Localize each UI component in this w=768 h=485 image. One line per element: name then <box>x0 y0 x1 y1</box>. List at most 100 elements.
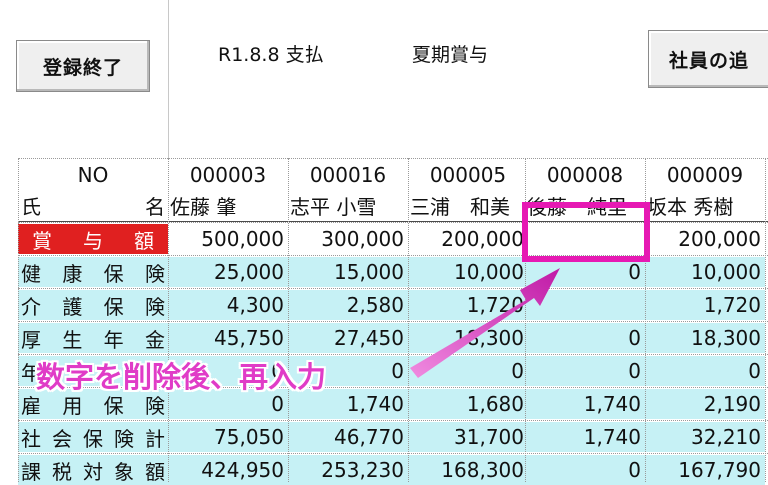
value-cell[interactable]: 253,230 <box>288 455 408 485</box>
value-cell[interactable]: 300,000 <box>288 224 408 254</box>
row-label: 賞与額 <box>18 224 168 254</box>
value-cell[interactable]: 18,300 <box>645 323 765 353</box>
value-cell[interactable]: 32,210 <box>645 422 765 452</box>
row-label-char: 額 <box>145 459 165 484</box>
header-divider <box>18 221 768 222</box>
row-divider <box>18 222 768 223</box>
row-label: 健康保険 <box>18 257 168 287</box>
row-label-char: 生 <box>62 327 83 352</box>
row-label-char: 康 <box>62 261 83 286</box>
row-label-char: 税 <box>52 459 72 484</box>
row-label-char: 象 <box>114 459 134 484</box>
value-cell[interactable]: 10,000 <box>645 257 765 287</box>
value-cell[interactable]: 0 <box>525 323 645 353</box>
value-cell[interactable]: 10,000 <box>408 257 528 287</box>
row-label-char: 保 <box>103 261 124 286</box>
column-divider <box>168 158 169 482</box>
row-label-char: 険 <box>144 294 165 319</box>
bonus-table: NO 000003 000016 000005 000008 000009 氏名佐藤 肇志平… <box>0 158 768 485</box>
row-label-char: 険 <box>144 261 165 286</box>
employee-name-cell[interactable]: 三浦 和美 <box>408 190 528 220</box>
value-cell[interactable]: 46,770 <box>288 422 408 452</box>
toolbar-area: 登録終了 R1.8.8 支払 夏期賞与 社員の追 <box>0 0 768 158</box>
row-label-char: 金 <box>144 327 165 352</box>
value-cell[interactable]: 2,580 <box>288 290 408 320</box>
value-cell[interactable]: 200,000 <box>645 224 765 254</box>
value-cell[interactable]: 500,000 <box>168 224 288 254</box>
row-label-char: 保 <box>103 294 124 319</box>
column-divider <box>408 158 409 482</box>
value-cell[interactable]: 0 <box>525 455 645 485</box>
column-divider <box>288 158 289 482</box>
row-divider <box>18 453 768 454</box>
employee-no-cell[interactable]: 000005 <box>408 160 528 190</box>
value-cell[interactable]: 1,740 <box>525 389 645 419</box>
row-label-char: 課 <box>21 459 41 484</box>
value-cell[interactable]: 200,000 <box>408 224 528 254</box>
value-cell[interactable]: 1,740 <box>525 422 645 452</box>
value-cell[interactable]: 25,000 <box>168 257 288 287</box>
row-divider <box>18 420 768 421</box>
column-divider <box>765 158 766 482</box>
value-cell[interactable]: 15,000 <box>288 257 408 287</box>
no-header: NO <box>77 163 109 187</box>
row-divider <box>18 288 768 289</box>
highlight-box <box>522 202 650 262</box>
value-cell[interactable]: 2,190 <box>645 389 765 419</box>
row-divider <box>18 158 768 159</box>
row-label-char: 与 <box>83 228 103 253</box>
row-label: 介護保険 <box>18 290 168 320</box>
row-label-char: 社 <box>21 426 41 451</box>
value-cell[interactable]: 424,950 <box>168 455 288 485</box>
row-label-char: 計 <box>145 426 165 451</box>
value-cell[interactable]: 1,680 <box>408 389 528 419</box>
row-label-char: 健 <box>21 261 41 286</box>
employee-no-cell[interactable]: 000009 <box>645 160 765 190</box>
value-cell[interactable]: 4,300 <box>168 290 288 320</box>
value-cell[interactable]: 1,720 <box>645 290 765 320</box>
row-label-char: 賞 <box>32 228 52 253</box>
name-header: 氏名 <box>18 190 168 220</box>
row-label-char: 介 <box>21 294 41 319</box>
value-cell[interactable]: 31,700 <box>408 422 528 452</box>
value-cell[interactable]: 45,750 <box>168 323 288 353</box>
name-header-left: 氏 <box>21 194 41 219</box>
row-label: 課税対象額 <box>18 455 168 485</box>
value-cell[interactable]: 1,720 <box>408 290 528 320</box>
value-cell[interactable]: 168,300 <box>408 455 528 485</box>
payment-date-text: R1.8.8 支払 <box>218 44 324 66</box>
row-label-char: 護 <box>62 294 83 319</box>
row-label: 社会保険計 <box>18 422 168 452</box>
row-divider <box>18 255 768 256</box>
employee-no-cell[interactable]: 000016 <box>288 160 408 190</box>
row-label-char: 保 <box>83 426 103 451</box>
employee-name-cell[interactable]: 坂本 秀樹 <box>645 190 765 220</box>
row-label-char: 額 <box>134 228 154 253</box>
row-divider <box>18 321 768 322</box>
column-divider <box>18 158 19 482</box>
value-cell[interactable]: 167,790 <box>645 455 765 485</box>
annotation-callout: 数字を削除後、再入力 <box>36 360 327 394</box>
value-cell[interactable] <box>525 290 645 320</box>
row-label-char: 年 <box>103 327 124 352</box>
finish-registration-button[interactable]: 登録終了 <box>16 40 150 92</box>
value-cell[interactable]: 18,300 <box>408 323 528 353</box>
row-label-char: 険 <box>114 426 134 451</box>
value-cell[interactable]: 27,450 <box>288 323 408 353</box>
value-cell[interactable]: 0 <box>525 356 645 386</box>
name-header-right: 名 <box>145 194 165 219</box>
value-cell[interactable]: 0 <box>408 356 528 386</box>
row-label: 厚生年金 <box>18 323 168 353</box>
row-label-char: 会 <box>52 426 72 451</box>
value-cell[interactable]: 0 <box>645 356 765 386</box>
employee-no-cell[interactable]: 000003 <box>168 160 288 190</box>
employee-name-cell[interactable]: 志平 小雪 <box>288 190 408 220</box>
bonus-type-text: 夏期賞与 <box>412 44 489 66</box>
toolbar-divider <box>168 0 169 158</box>
add-employee-button[interactable]: 社員の追 <box>648 30 768 88</box>
row-label-char: 対 <box>83 459 103 484</box>
employee-no-cell[interactable]: 000008 <box>525 160 645 190</box>
value-cell[interactable]: 75,050 <box>168 422 288 452</box>
row-label-char: 厚 <box>21 327 41 352</box>
employee-name-cell[interactable]: 佐藤 肇 <box>168 190 288 220</box>
